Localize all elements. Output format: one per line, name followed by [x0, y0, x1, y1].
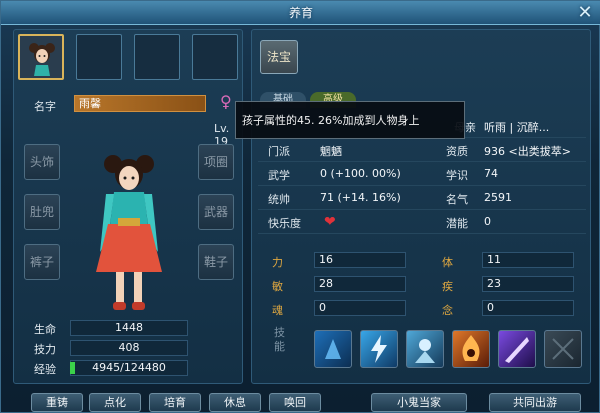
potential-label: 潜能 — [446, 217, 468, 230]
attr-speed-label: 疾 — [442, 280, 453, 293]
character-panel: 名字 雨馨 ♀ Lv. 19 头饰 肚兜 裤子 项圈 武器 鞋子 生命 1448… — [13, 29, 243, 384]
equip-slot-shoes[interactable]: 鞋子 — [198, 244, 234, 280]
aptitude-value: 936 <出类拔萃> — [484, 145, 571, 158]
happiness-row: 快乐度 ❤ 潜能 0 — [258, 212, 586, 234]
hp-label: 生命 — [34, 323, 56, 336]
attr-strength-label: 力 — [272, 256, 283, 269]
skill-slot-4[interactable] — [452, 330, 490, 368]
enlighten-button[interactable]: 点化 — [89, 393, 141, 412]
nurture-button[interactable]: 培育 — [149, 393, 201, 412]
hp-value: 1448 — [70, 320, 188, 336]
hp-row: 生命 1448 — [22, 320, 240, 338]
skill-locked-icon — [552, 338, 574, 360]
equip-slot-head[interactable]: 头饰 — [24, 144, 60, 180]
attr-speed-value: 23 — [482, 276, 574, 292]
fame-label: 名气 — [446, 193, 468, 206]
child-portrait-slot-2[interactable] — [76, 34, 122, 80]
sect-row: 门派 魍魉 资质 936 <出类拔萃> — [258, 140, 586, 162]
equip-slot-bib[interactable]: 肚兜 — [24, 194, 60, 230]
skill-warrior-icon — [325, 339, 341, 359]
head-of-house-button[interactable]: 小鬼当家 — [371, 393, 467, 412]
name-label: 名字 — [34, 100, 56, 113]
knowledge-label: 学识 — [446, 169, 468, 182]
sect-label: 门派 — [268, 145, 290, 158]
exp-value: 4945/124480 — [70, 360, 188, 376]
close-icon[interactable]: ✕ — [575, 3, 595, 23]
attr-agility-value: 28 — [314, 276, 406, 292]
skill-slot-3[interactable] — [406, 330, 444, 368]
equip-slot-necklace[interactable]: 项圈 — [198, 144, 234, 180]
skills-label: 技能 — [274, 326, 285, 353]
child-portrait-slot-3[interactable] — [134, 34, 180, 80]
attr-mind-value: 0 — [482, 300, 574, 316]
heart-icon: ❤ — [324, 214, 336, 230]
attr-soul-label: 魂 — [272, 304, 283, 317]
female-gender-icon: ♀ — [220, 92, 232, 111]
fame-value: 2591 — [484, 191, 512, 204]
skill-lightning-icon — [371, 335, 387, 363]
recast-button[interactable]: 重铸 — [31, 393, 83, 412]
exp-label: 经验 — [34, 363, 56, 376]
martial-label: 武学 — [268, 169, 290, 182]
skill-guardian-icon — [415, 339, 435, 363]
equip-slot-pants[interactable]: 裤子 — [24, 244, 60, 280]
child-portrait-icon — [29, 43, 55, 76]
skill-power-label: 技力 — [34, 343, 56, 356]
child-portrait-slot-4[interactable] — [192, 34, 238, 80]
name-field[interactable]: 雨馨 — [74, 95, 206, 112]
attr-agility-label: 敏 — [272, 280, 283, 293]
parent-value: 听雨 | 沉醉... — [484, 121, 550, 134]
attr-mind-label: 念 — [442, 304, 453, 317]
exp-row: 经验 4945/124480 — [22, 360, 240, 378]
bonus-tooltip: 孩子属性的45. 26%加成到人物身上 — [235, 101, 465, 139]
attr-soul-value: 0 — [314, 300, 406, 316]
command-value: 71 (+14. 16%) — [320, 191, 401, 204]
skill-slash-icon — [505, 337, 529, 363]
summon-back-button[interactable]: 唤回 — [269, 393, 321, 412]
skill-power-value: 408 — [70, 340, 188, 356]
nurture-window: 养育 ✕ 名字 雨馨 ♀ Lv. 19 头饰 肚兜 裤子 项圈 武器 鞋子 生命… — [0, 0, 600, 413]
exp-progress-bar — [70, 362, 75, 374]
fabao-button[interactable]: 法宝 — [260, 40, 298, 74]
window-titlebar: 养育 ✕ — [1, 1, 600, 25]
happiness-label: 快乐度 — [268, 217, 301, 230]
skill-power-row: 技力 408 — [22, 340, 240, 358]
command-row: 统帅 71 (+14. 16%) 名气 2591 — [258, 188, 586, 210]
martial-value: 0 (+100. 00%) — [320, 167, 401, 180]
skill-slot-5[interactable] — [498, 330, 536, 368]
sect-value: 魍魉 — [320, 145, 342, 158]
skill-slot-6[interactable] — [544, 330, 582, 368]
joint-tour-button[interactable]: 共同出游 — [489, 393, 581, 412]
child-portrait-slot-1[interactable] — [18, 34, 64, 80]
attr-vitality-value: 11 — [482, 252, 574, 268]
info-panel: 法宝 基础 高级 母亲 听雨 | 沉醉... 门派 魍魉 资质 936 <出类拔… — [251, 29, 591, 384]
attr-strength-value: 16 — [314, 252, 406, 268]
skill-slot-1[interactable] — [314, 330, 352, 368]
rest-button[interactable]: 休息 — [209, 393, 261, 412]
attr-vitality-label: 体 — [442, 256, 453, 269]
child-character-figure — [96, 155, 162, 310]
equip-slot-weapon[interactable]: 武器 — [198, 194, 234, 230]
skill-slot-2[interactable] — [360, 330, 398, 368]
command-label: 统帅 — [268, 193, 290, 206]
skill-flame-icon — [462, 335, 480, 361]
potential-value: 0 — [484, 215, 491, 228]
knowledge-value: 74 — [484, 167, 498, 180]
window-title: 养育 — [288, 6, 313, 20]
martial-row: 武学 0 (+100. 00%) 学识 74 — [258, 164, 586, 186]
aptitude-label: 资质 — [446, 145, 468, 158]
